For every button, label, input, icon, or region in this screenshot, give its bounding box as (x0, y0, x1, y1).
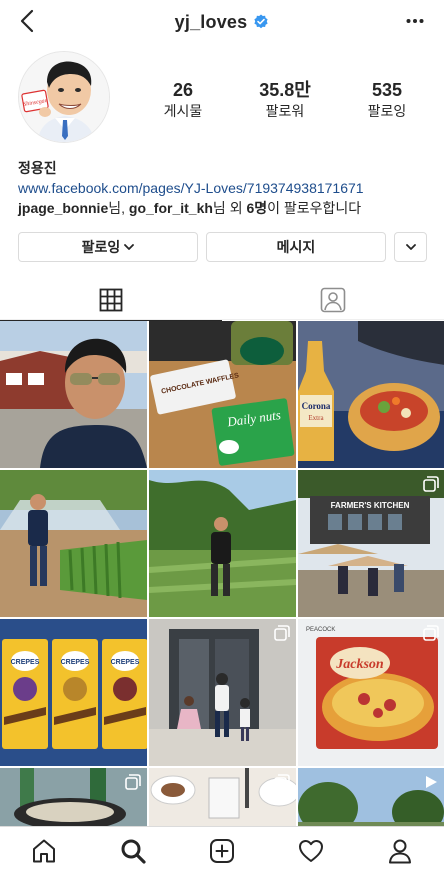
post-thumbnail[interactable] (0, 321, 147, 468)
farmers-kitchen-photo-icon: FARMER'S KITCHEN (298, 470, 444, 617)
profile-stats: 26 게시물 35.8만 팔로워 535 팔로잉 (140, 80, 430, 121)
avatar-caricature-icon: Shinsegae (19, 52, 109, 142)
top-bar: yj_loves (0, 0, 444, 44)
crepes-photo-icon: CREPES CREPES CREPES (0, 619, 147, 766)
heart-icon (298, 840, 323, 862)
message-button-label: 메시지 (276, 239, 316, 255)
followed-by-separator-2: 님 외 (212, 200, 247, 216)
followed-by-user-2[interactable]: go_for_it_kh (129, 200, 213, 216)
more-horizontal-icon (406, 19, 424, 23)
stat-following[interactable]: 535 팔로잉 (344, 80, 430, 121)
crepes-text: CREPES (111, 659, 140, 666)
suggested-accounts-button[interactable] (394, 232, 427, 262)
post-thumbnail[interactable]: FARMER'S KITCHEN (298, 470, 444, 617)
video-play-icon (426, 776, 437, 788)
user-profile-icon (388, 839, 411, 864)
nav-search[interactable] (111, 829, 155, 873)
crepes-text: CREPES (11, 659, 40, 666)
stat-followers-value: 35.8만 (259, 80, 311, 100)
chevron-down-icon (405, 243, 416, 250)
post-thumbnail[interactable]: CREPES CREPES CREPES (0, 619, 147, 766)
profile-avatar[interactable]: Shinsegae (18, 51, 110, 143)
post-thumbnail[interactable] (149, 768, 296, 826)
following-button-label: 팔로잉 (81, 239, 121, 255)
nav-profile[interactable] (378, 829, 422, 873)
back-button[interactable] (14, 8, 40, 34)
post-thumbnail[interactable] (298, 768, 444, 826)
stat-followers-label: 팔로워 (265, 103, 305, 119)
followed-by-suffix: 이 팔로우합니다 (267, 200, 362, 216)
grid-icon (99, 288, 123, 312)
carousel-icon (274, 774, 290, 790)
farmers-kitchen-text: FARMER'S KITCHEN (331, 501, 410, 510)
add-post-icon (209, 839, 234, 863)
tab-tagged[interactable] (222, 280, 444, 320)
posts-grid: CHOCOLATE WAFFLES Daily nuts Corona Extr… (0, 321, 444, 826)
profile-bio: 정용진 www.facebook.com/pages/YJ-Loves/7193… (18, 158, 438, 218)
peacock-text: PEACOCK (306, 627, 335, 633)
post-thumbnail[interactable]: Corona Extra (298, 321, 444, 468)
profile-tabs (0, 280, 444, 321)
search-icon (121, 839, 146, 864)
carousel-icon (125, 774, 141, 790)
walking-field-photo-icon (149, 470, 296, 617)
jackson-text: Jackson (335, 657, 384, 672)
crepes-text: CREPES (61, 659, 90, 666)
lobby-photo-icon (149, 619, 296, 766)
selfie-photo-icon (0, 321, 147, 468)
profile-website-link[interactable]: www.facebook.com/pages/YJ-Loves/71937493… (18, 178, 438, 198)
post-thumbnail[interactable] (0, 470, 147, 617)
following-button[interactable]: 팔로잉 (18, 232, 198, 262)
nav-new-post[interactable] (200, 829, 244, 873)
followed-by-separator-1: 님, (108, 200, 129, 216)
corona-sub-text: Extra (308, 414, 324, 422)
corona-tacos-photo-icon: Corona Extra (298, 321, 444, 468)
carousel-icon (423, 476, 439, 492)
stat-following-value: 535 (371, 80, 403, 100)
post-thumbnail[interactable]: PEACOCK Jackson (298, 619, 444, 766)
followed-by-count: 6명 (246, 200, 268, 216)
stat-following-label: 팔로잉 (367, 103, 407, 119)
stat-followers[interactable]: 35.8만 팔로워 (242, 80, 328, 121)
carousel-icon (274, 625, 290, 641)
post-thumbnail[interactable] (0, 768, 147, 826)
carousel-icon (423, 625, 439, 641)
message-button[interactable]: 메시지 (206, 232, 386, 262)
farm-field-photo-icon (0, 470, 147, 617)
pizza-photo-icon: PEACOCK Jackson (298, 619, 444, 766)
nav-home[interactable] (22, 829, 66, 873)
followed-by-user-1[interactable]: jpage_bonnie (18, 200, 108, 216)
post-thumbnail[interactable]: CHOCOLATE WAFFLES Daily nuts (149, 321, 296, 468)
profile-full-name: 정용진 (18, 160, 57, 176)
home-icon (33, 839, 56, 863)
tagged-person-icon (320, 287, 346, 313)
chevron-down-icon (124, 243, 135, 250)
chevron-left-icon (20, 9, 34, 33)
verified-badge-icon (254, 14, 268, 29)
stat-posts[interactable]: 26 게시물 (140, 80, 226, 121)
corona-text: Corona (302, 401, 331, 411)
stat-posts-value: 26 (172, 80, 194, 100)
followed-by-text[interactable]: jpage_bonnie님, go_for_it_kh님 외 6명이 팔로우합니… (18, 198, 438, 218)
post-thumbnail[interactable] (149, 619, 296, 766)
post-thumbnail[interactable] (149, 470, 296, 617)
profile-actions: 팔로잉 메시지 (18, 232, 427, 262)
tab-grid[interactable] (0, 280, 222, 321)
more-options-button[interactable] (400, 8, 430, 34)
username-text: yj_loves (174, 11, 248, 32)
snacks-photo-icon: CHOCOLATE WAFFLES Daily nuts (149, 321, 296, 468)
bottom-navigation (0, 826, 444, 875)
stat-posts-label: 게시물 (163, 103, 203, 119)
nav-activity[interactable] (289, 829, 333, 873)
profile-username: yj_loves (175, 12, 270, 33)
